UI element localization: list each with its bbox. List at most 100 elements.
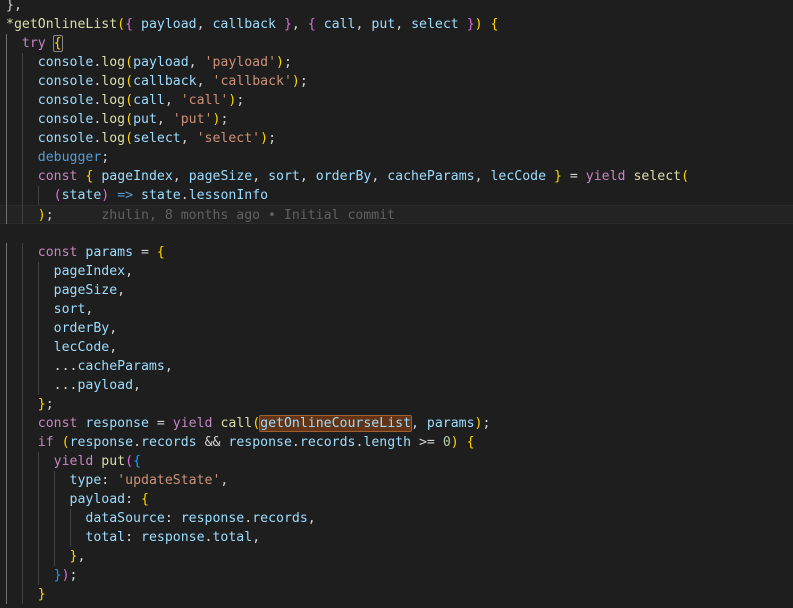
line-content: debugger;: [0, 148, 109, 167]
code-token: ): [37, 208, 46, 223]
line-content: const params = {: [0, 243, 165, 262]
code-token: ): [276, 55, 284, 70]
code-line[interactable]: [0, 224, 793, 243]
code-line[interactable]: console.log(select, 'select');: [0, 129, 793, 148]
code-line[interactable]: },: [0, 547, 793, 566]
code-token: ,: [133, 378, 141, 393]
line-content: orderBy,: [0, 319, 118, 338]
code-line[interactable]: (state) => state.lessonInfo: [0, 186, 793, 205]
code-line[interactable]: *getOnlineList({ payload, callback }, { …: [0, 15, 793, 34]
code-token: ,: [371, 169, 388, 184]
code-line[interactable]: debugger;: [0, 148, 793, 167]
code-token: ,: [85, 302, 94, 317]
line-content: (state) => state.lessonInfo: [0, 186, 268, 205]
code-line[interactable]: pageIndex,: [0, 262, 793, 281]
code-line[interactable]: yield put({: [0, 452, 793, 471]
code-line[interactable]: });: [0, 566, 793, 585]
code-line[interactable]: ...cacheParams,: [0, 357, 793, 376]
code-token: ,: [252, 530, 261, 545]
code-token: {: [133, 454, 142, 469]
code-token: ;: [69, 568, 78, 583]
code-line[interactable]: pageSize,: [0, 281, 793, 300]
code-line[interactable]: total: response.total,: [0, 528, 793, 547]
code-token: pageIndex: [101, 169, 173, 184]
code-token: .: [244, 511, 253, 526]
line-content: console.log(payload, 'payload');: [0, 53, 292, 72]
code-line[interactable]: console.log(put, 'put');: [0, 110, 793, 129]
code-token: state: [61, 188, 102, 203]
code-token: ,: [117, 283, 126, 298]
code-line[interactable]: try {: [0, 34, 793, 53]
code-token: ,: [299, 169, 316, 184]
code-token: response: [85, 416, 149, 431]
line-content: },: [0, 0, 22, 15]
code-line[interactable]: lecCode,: [0, 338, 793, 357]
code-token: ): [291, 74, 300, 89]
code-line[interactable]: payload: {: [0, 490, 793, 509]
code-token: .: [180, 188, 189, 203]
code-line[interactable]: sort,: [0, 300, 793, 319]
code-token: records: [299, 435, 356, 450]
code-line[interactable]: const response = yield call(getOnlineCou…: [0, 414, 793, 433]
code-token: (: [125, 131, 134, 146]
code-token: length: [363, 435, 412, 450]
code-surface[interactable]: }, *getOnlineList({ payload, callback }, …: [0, 0, 793, 604]
code-token: const: [37, 245, 78, 260]
code-line[interactable]: if (response.records && response.records…: [0, 433, 793, 452]
code-line[interactable]: type: 'updateState',: [0, 471, 793, 490]
code-line[interactable]: console.log(call, 'call');: [0, 91, 793, 110]
code-line-current[interactable]: ); zhulin, 8 months ago • Initial commit: [0, 205, 793, 224]
code-token: ;: [45, 208, 54, 223]
code-token: &&: [196, 435, 229, 450]
code-token: ;: [299, 74, 308, 89]
code-line[interactable]: const params = {: [0, 243, 793, 262]
code-line[interactable]: }: [0, 585, 793, 604]
code-token: total: [85, 530, 126, 545]
line-content: lecCode,: [0, 338, 118, 357]
code-line[interactable]: console.log(payload, 'payload');: [0, 53, 793, 72]
code-token: {: [125, 17, 134, 32]
code-token: (: [125, 454, 134, 469]
code-token: :: [125, 530, 141, 545]
code-token: payload: [133, 55, 189, 70]
git-blame-annotation: [54, 208, 102, 223]
code-line[interactable]: const { pageIndex, pageSize, sort, order…: [0, 167, 793, 186]
code-token: yield: [172, 416, 213, 431]
code-line[interactable]: dataSource: response.records,: [0, 509, 793, 528]
code-line[interactable]: orderBy,: [0, 319, 793, 338]
code-token: 'callback': [212, 74, 292, 89]
code-token: callback: [212, 17, 277, 32]
code-line[interactable]: ...payload,: [0, 376, 793, 395]
code-token: ): [450, 435, 459, 450]
code-token: sort: [268, 169, 300, 184]
code-token: ,: [474, 169, 491, 184]
line-content: pageIndex,: [0, 262, 133, 281]
code-token: lecCode: [53, 340, 110, 355]
code-token: orderBy: [53, 321, 110, 336]
code-token: state: [141, 188, 181, 203]
code-token: ): [474, 416, 483, 431]
code-token: log: [101, 74, 126, 89]
code-token: ;: [45, 397, 54, 412]
code-token: sort: [53, 302, 86, 317]
code-token: log: [101, 55, 126, 70]
code-token: 'put': [172, 112, 213, 127]
code-line[interactable]: },: [0, 0, 793, 15]
code-line[interactable]: console.log(callback, 'callback');: [0, 72, 793, 91]
line-content: };: [0, 395, 54, 414]
code-editor[interactable]: }, *getOnlineList({ payload, callback }, …: [0, 0, 793, 608]
code-line[interactable]: };: [0, 395, 793, 414]
